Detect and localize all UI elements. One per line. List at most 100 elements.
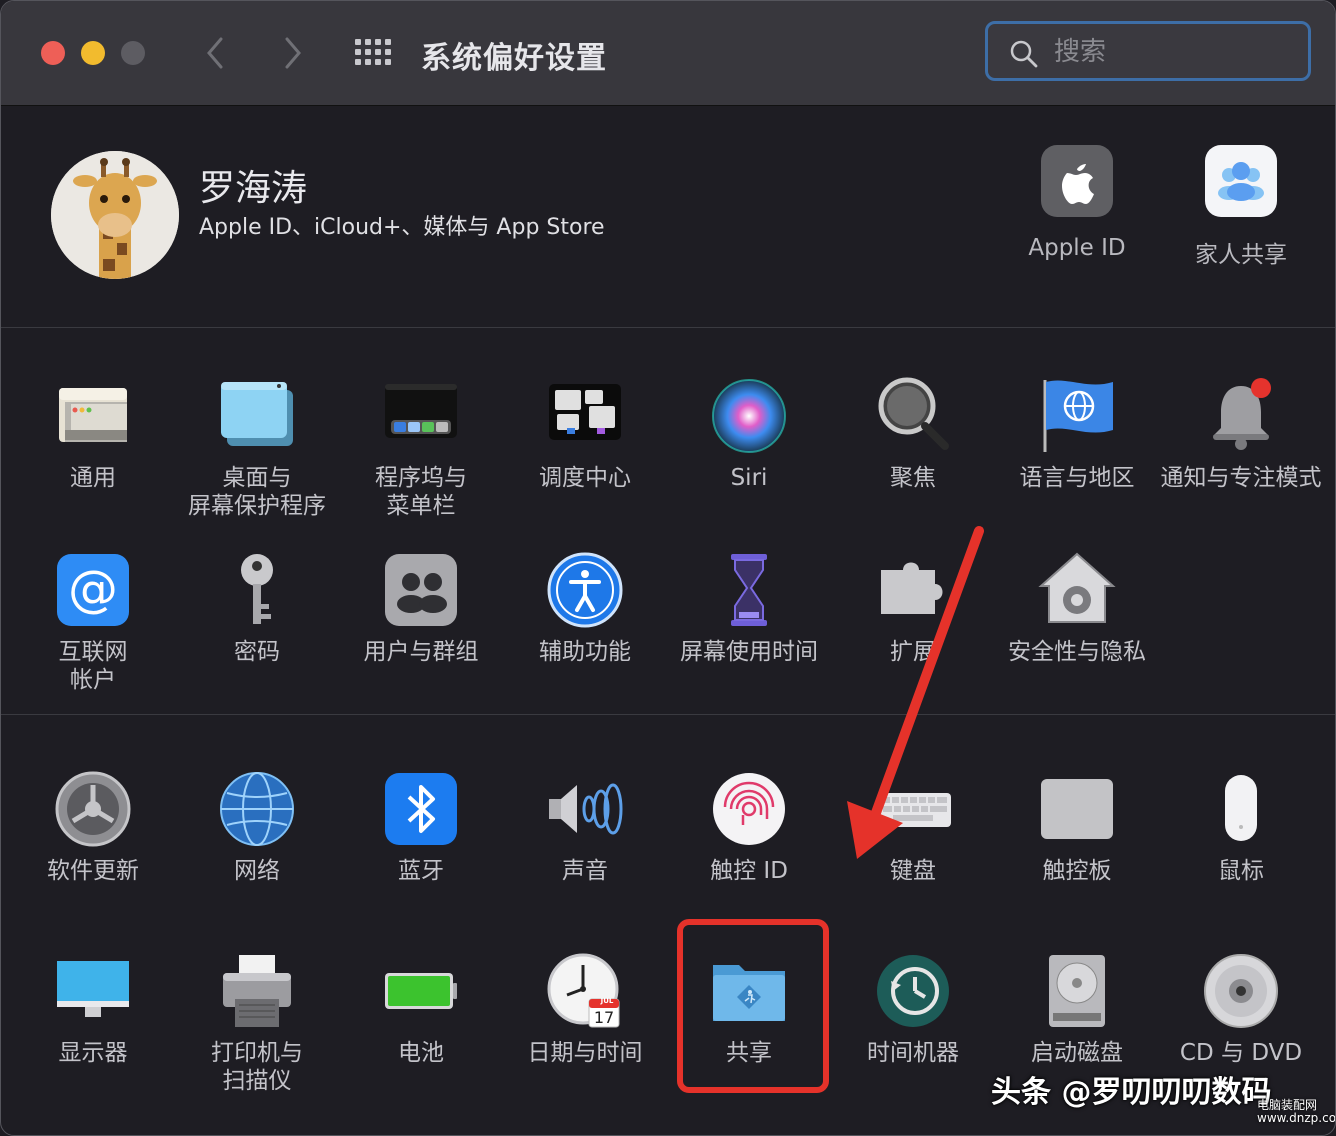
pref-label: 网络 bbox=[234, 858, 280, 884]
pref-label: 时间机器 bbox=[867, 1040, 959, 1066]
pref-label: 显示器 bbox=[58, 1040, 128, 1066]
pref-label: 日期与时间 bbox=[527, 1040, 643, 1066]
general-icon bbox=[53, 376, 133, 456]
pref-label: 打印机与 扫描仪 bbox=[211, 1040, 303, 1094]
title-bar: 系统偏好设置 bbox=[1, 1, 1335, 106]
pref-passwords[interactable]: 密码 bbox=[175, 550, 339, 666]
giraffe-memoji-icon bbox=[51, 151, 179, 279]
pref-screen-time[interactable]: 屏幕使用时间 bbox=[667, 550, 831, 666]
pref-battery[interactable]: 电池 bbox=[339, 951, 503, 1067]
startup-disk-icon bbox=[1037, 951, 1117, 1031]
pref-touch-id[interactable]: 触控 ID bbox=[667, 769, 831, 885]
pref-label: 键盘 bbox=[890, 858, 936, 884]
account-subtitle: Apple ID、iCloud+、媒体与 App Store bbox=[199, 215, 605, 240]
software-update-icon bbox=[53, 769, 133, 849]
desktop-screensaver-icon bbox=[217, 376, 297, 456]
close-button[interactable] bbox=[41, 41, 65, 65]
internet-accounts-icon: @ bbox=[53, 550, 133, 630]
pref-network[interactable]: 网络 bbox=[175, 769, 339, 885]
pref-label: 辅助功能 bbox=[539, 639, 631, 665]
network-icon bbox=[217, 769, 297, 849]
show-all-grid-icon[interactable] bbox=[355, 39, 391, 67]
pref-general[interactable]: 通用 bbox=[11, 376, 175, 492]
apple-id-icon bbox=[1041, 145, 1113, 217]
forward-button[interactable] bbox=[277, 35, 307, 71]
pref-notifications[interactable]: 通知与专注模式 bbox=[1159, 376, 1323, 492]
window-title: 系统偏好设置 bbox=[421, 41, 607, 76]
battery-icon bbox=[381, 951, 461, 1031]
pref-mission-control[interactable]: 调度中心 bbox=[503, 376, 667, 492]
screen-time-icon bbox=[709, 550, 789, 630]
pref-time-machine[interactable]: 时间机器 bbox=[831, 951, 995, 1067]
pref-spotlight[interactable]: 聚焦 bbox=[831, 376, 995, 492]
pref-label: 鼠标 bbox=[1218, 858, 1264, 884]
pref-label: 聚焦 bbox=[890, 465, 936, 491]
pref-desktop-screensaver[interactable]: 桌面与 屏幕保护程序 bbox=[175, 376, 339, 520]
chevron-left-icon bbox=[207, 37, 223, 69]
pref-label: 屏幕使用时间 bbox=[680, 639, 818, 665]
pref-label: 启动磁盘 bbox=[1031, 1040, 1123, 1066]
pref-siri[interactable]: Siri bbox=[667, 376, 831, 492]
pref-label: 通用 bbox=[70, 465, 116, 491]
bluetooth-icon bbox=[381, 769, 461, 849]
mission-control-icon bbox=[545, 376, 625, 456]
pref-bluetooth[interactable]: 蓝牙 bbox=[339, 769, 503, 885]
family-sharing-label: 家人共享 bbox=[1195, 242, 1287, 268]
language-region-icon bbox=[1037, 376, 1117, 456]
family-sharing-pref[interactable]: 家人共享 bbox=[1161, 145, 1321, 269]
search-icon bbox=[1010, 40, 1038, 68]
site-watermark: 电脑装配网 www.dnzp.com bbox=[1257, 1098, 1336, 1125]
displays-icon bbox=[53, 951, 133, 1031]
pref-label: 触控板 bbox=[1042, 858, 1112, 884]
pref-software-update[interactable]: 软件更新 bbox=[11, 769, 175, 885]
minimize-button[interactable] bbox=[81, 41, 105, 65]
pref-cd-dvd[interactable]: CD 与 DVD bbox=[1159, 951, 1323, 1067]
pref-extensions[interactable]: 扩展 bbox=[831, 550, 995, 666]
chevron-right-icon bbox=[285, 37, 301, 69]
apple-id-pref[interactable]: Apple ID bbox=[997, 145, 1157, 261]
sharing-highlight-box bbox=[677, 919, 829, 1093]
dock-menubar-icon bbox=[381, 376, 461, 456]
time-machine-icon bbox=[873, 951, 953, 1031]
pref-label: 用户与群组 bbox=[363, 639, 479, 665]
pref-label: 通知与专注模式 bbox=[1160, 465, 1322, 491]
zoom-button[interactable] bbox=[121, 41, 145, 65]
calendar-month: JUL bbox=[600, 997, 614, 1005]
pref-security-privacy[interactable]: 安全性与隐私 bbox=[995, 550, 1159, 666]
svg-text:@: @ bbox=[68, 560, 118, 618]
pref-label: 电池 bbox=[398, 1040, 444, 1066]
pref-users-groups[interactable]: 用户与群组 bbox=[339, 550, 503, 666]
account-header: 罗海涛 Apple ID、iCloud+、媒体与 App Store Apple… bbox=[1, 105, 1335, 328]
touch-id-icon bbox=[709, 769, 789, 849]
pref-dock-menubar[interactable]: 程序坞与 菜单栏 bbox=[339, 376, 503, 520]
avatar[interactable] bbox=[51, 151, 179, 279]
pref-label: 程序坞与 菜单栏 bbox=[375, 465, 467, 519]
calendar-day: 17 bbox=[593, 1008, 615, 1027]
search-field[interactable] bbox=[985, 21, 1311, 81]
pref-label: 语言与地区 bbox=[1019, 465, 1135, 491]
security-privacy-icon bbox=[1037, 550, 1117, 630]
back-button[interactable] bbox=[201, 35, 231, 71]
search-input[interactable] bbox=[1052, 34, 1296, 70]
pref-language-region[interactable]: 语言与地区 bbox=[995, 376, 1159, 492]
pref-trackpad[interactable]: 触控板 bbox=[995, 769, 1159, 885]
preferences-section-personal: 通用 桌面与 屏幕保护程序 程序坞与 菜单栏 调度中心 Siri 聚焦 语言与地… bbox=[1, 328, 1335, 715]
pref-printers-scanners[interactable]: 打印机与 扫描仪 bbox=[175, 951, 339, 1095]
pref-label: 软件更新 bbox=[47, 858, 139, 884]
pref-internet-accounts[interactable]: @ 互联网 帐户 bbox=[11, 550, 175, 694]
user-name: 罗海涛 bbox=[199, 168, 308, 209]
pref-startup-disk[interactable]: 启动磁盘 bbox=[995, 951, 1159, 1067]
pref-label: 桌面与 屏幕保护程序 bbox=[188, 465, 326, 519]
pref-accessibility[interactable]: 辅助功能 bbox=[503, 550, 667, 666]
pref-displays[interactable]: 显示器 bbox=[11, 951, 175, 1067]
family-sharing-icon bbox=[1205, 145, 1277, 217]
pref-label: 互联网 帐户 bbox=[58, 639, 128, 693]
pref-label: 蓝牙 bbox=[398, 858, 444, 884]
printers-scanners-icon bbox=[217, 951, 297, 1031]
pref-keyboard[interactable]: 键盘 bbox=[831, 769, 995, 885]
pref-mouse[interactable]: 鼠标 bbox=[1159, 769, 1323, 885]
pref-date-time[interactable]: JUL 17 日期与时间 bbox=[503, 951, 667, 1067]
pref-label: 扩展 bbox=[890, 639, 936, 665]
cd-dvd-icon bbox=[1201, 951, 1281, 1031]
pref-sound[interactable]: 声音 bbox=[503, 769, 667, 885]
